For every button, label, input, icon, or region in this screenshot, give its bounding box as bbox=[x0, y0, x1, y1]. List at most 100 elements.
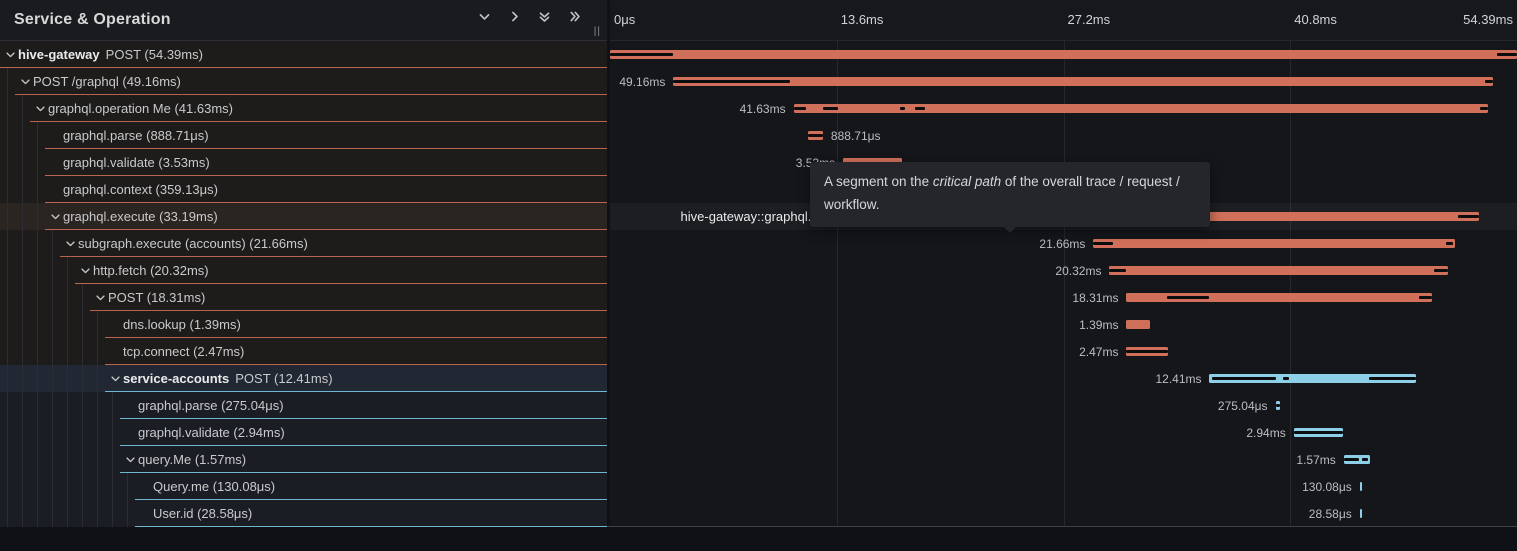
tree-row[interactable]: dns.lookup (1.39ms) bbox=[0, 311, 607, 338]
tooltip-text-emphasis: critical path bbox=[933, 174, 1001, 189]
span-bar[interactable] bbox=[1276, 401, 1281, 410]
tree-row[interactable]: graphql.validate (2.94ms) bbox=[0, 419, 607, 446]
span-bar[interactable] bbox=[1294, 428, 1343, 437]
chevron-down-icon[interactable] bbox=[33, 102, 48, 115]
critical-path-segment[interactable] bbox=[1458, 215, 1479, 218]
critical-path-segment[interactable] bbox=[1109, 269, 1126, 272]
operation-label: POST /graphql (49.16ms) bbox=[33, 74, 181, 89]
critical-path-segment[interactable] bbox=[1369, 377, 1416, 380]
span-duration-label: 1.39ms bbox=[1079, 318, 1118, 332]
tree-row[interactable]: subgraph.execute (accounts) (21.66ms) bbox=[0, 230, 607, 257]
span-bar[interactable] bbox=[673, 77, 1493, 86]
tooltip-text-prefix: A segment on the bbox=[824, 174, 933, 189]
tree-row[interactable]: graphql.validate (3.53ms) bbox=[0, 149, 607, 176]
critical-path-segment[interactable] bbox=[900, 107, 905, 110]
operation-label: graphql.execute (33.19ms) bbox=[63, 209, 218, 224]
critical-path-segment[interactable] bbox=[794, 107, 807, 110]
operation-label: graphql.validate (2.94ms) bbox=[138, 425, 285, 440]
span-bar[interactable] bbox=[808, 131, 823, 140]
operation-label: Query.me (130.08μs) bbox=[153, 479, 275, 494]
tree-row[interactable]: query.Me (1.57ms) bbox=[0, 446, 607, 473]
span-tree: hive-gatewayPOST (54.39ms) POST /graphql … bbox=[0, 41, 607, 526]
tree-row[interactable]: tcp.connect (2.47ms) bbox=[0, 338, 607, 365]
indent-guides bbox=[0, 365, 105, 392]
operation-label: subgraph.execute (accounts) (21.66ms) bbox=[78, 236, 308, 251]
critical-path-segment[interactable] bbox=[1446, 242, 1453, 245]
indent-guides bbox=[0, 473, 135, 500]
critical-path-segment[interactable] bbox=[1093, 242, 1113, 245]
chevron-down-icon[interactable] bbox=[3, 48, 18, 61]
span-duration-label: 1.57ms bbox=[1296, 453, 1335, 467]
critical-path-tooltip: A segment on the critical path of the ov… bbox=[810, 162, 1210, 227]
span-bar[interactable] bbox=[1360, 482, 1362, 491]
tree-row[interactable]: POST /graphql (49.16ms) bbox=[0, 68, 607, 95]
critical-path-segment[interactable] bbox=[1126, 350, 1167, 353]
critical-path-segment[interactable] bbox=[1497, 53, 1517, 56]
critical-path-segment[interactable] bbox=[1362, 458, 1368, 461]
column-resize-handle[interactable]: || bbox=[594, 26, 601, 37]
chevron-down-icon[interactable] bbox=[123, 453, 138, 466]
chevron-spacer bbox=[48, 129, 63, 142]
tree-row[interactable]: POST (18.31ms) bbox=[0, 284, 607, 311]
critical-path-segment[interactable] bbox=[1167, 296, 1209, 299]
critical-path-segment[interactable] bbox=[673, 80, 790, 83]
time-tick-label: 27.2ms bbox=[1068, 12, 1111, 27]
critical-path-segment[interactable] bbox=[808, 134, 823, 137]
chevron-down-icon[interactable] bbox=[78, 264, 93, 277]
critical-path-segment[interactable] bbox=[1419, 296, 1432, 299]
service-operation-panel: Service & Operation || hive-gatewayPOST … bbox=[0, 0, 607, 526]
critical-path-segment[interactable] bbox=[1480, 107, 1487, 110]
trace-view-panel: Service & Operation || hive-gatewayPOST … bbox=[0, 0, 1517, 527]
chevron-down-icon[interactable] bbox=[63, 237, 78, 250]
span-bar[interactable] bbox=[1126, 347, 1167, 356]
timeline-row: 1.39ms bbox=[610, 311, 1517, 338]
span-bar[interactable] bbox=[1344, 455, 1370, 464]
span-bar[interactable] bbox=[1209, 374, 1416, 383]
span-duration-label: 12.41ms bbox=[1155, 372, 1201, 386]
span-duration-label: 130.08μs bbox=[1302, 480, 1352, 494]
span-bar[interactable] bbox=[1360, 509, 1362, 518]
critical-path-segment[interactable] bbox=[1276, 404, 1279, 407]
critical-path-segment[interactable] bbox=[1434, 269, 1449, 272]
chevron-down-icon[interactable] bbox=[478, 10, 491, 23]
chevron-down-icon[interactable] bbox=[48, 210, 63, 223]
span-bar[interactable] bbox=[610, 50, 1517, 59]
critical-path-segment[interactable] bbox=[823, 107, 838, 110]
span-bar[interactable] bbox=[794, 104, 1488, 113]
tree-row[interactable]: graphql.operation Me (41.63ms) bbox=[0, 95, 607, 122]
indent-guides bbox=[0, 257, 75, 284]
timeline-row: 28.58μs bbox=[610, 500, 1517, 527]
critical-path-segment[interactable] bbox=[1485, 80, 1493, 83]
critical-path-segment[interactable] bbox=[1344, 458, 1359, 461]
span-bar[interactable] bbox=[1109, 266, 1448, 275]
span-bar[interactable] bbox=[1126, 293, 1431, 302]
time-tick-label: 54.39ms bbox=[1463, 12, 1513, 27]
critical-path-segment[interactable] bbox=[915, 107, 925, 110]
indent-guides bbox=[0, 392, 120, 419]
tree-row[interactable]: Query.me (130.08μs) bbox=[0, 473, 607, 500]
tree-row[interactable]: graphql.parse (275.04μs) bbox=[0, 392, 607, 419]
span-bar[interactable] bbox=[1093, 239, 1454, 248]
tree-row[interactable]: graphql.parse (888.71μs) bbox=[0, 122, 607, 149]
chevron-down-icon[interactable] bbox=[93, 291, 108, 304]
critical-path-segment[interactable] bbox=[1294, 431, 1343, 434]
indent-guides bbox=[0, 230, 60, 257]
tree-row[interactable]: graphql.execute (33.19ms) bbox=[0, 203, 607, 230]
tree-row[interactable]: graphql.context (359.13μs) bbox=[0, 176, 607, 203]
tree-row[interactable]: User.id (28.58μs) bbox=[0, 500, 607, 527]
double-chevron-down-icon[interactable] bbox=[538, 10, 551, 23]
critical-path-segment[interactable] bbox=[1283, 377, 1289, 380]
chevron-down-icon[interactable] bbox=[108, 372, 123, 385]
timeline-row: 130.08μs bbox=[610, 473, 1517, 500]
span-bar[interactable] bbox=[1126, 320, 1149, 329]
chevron-right-icon[interactable] bbox=[508, 10, 521, 23]
critical-path-segment[interactable] bbox=[610, 53, 673, 56]
tree-row[interactable]: service-accountsPOST (12.41ms) bbox=[0, 365, 607, 392]
tree-row[interactable]: hive-gatewayPOST (54.39ms) bbox=[0, 41, 607, 68]
double-chevron-right-icon[interactable] bbox=[568, 10, 581, 23]
span-duration-label: 41.63ms bbox=[740, 102, 786, 116]
tree-row[interactable]: http.fetch (20.32ms) bbox=[0, 257, 607, 284]
critical-path-segment[interactable] bbox=[1212, 377, 1275, 380]
chevron-down-icon[interactable] bbox=[18, 75, 33, 88]
timeline-axis: 0μs13.6ms27.2ms40.8ms54.39ms bbox=[610, 0, 1517, 41]
